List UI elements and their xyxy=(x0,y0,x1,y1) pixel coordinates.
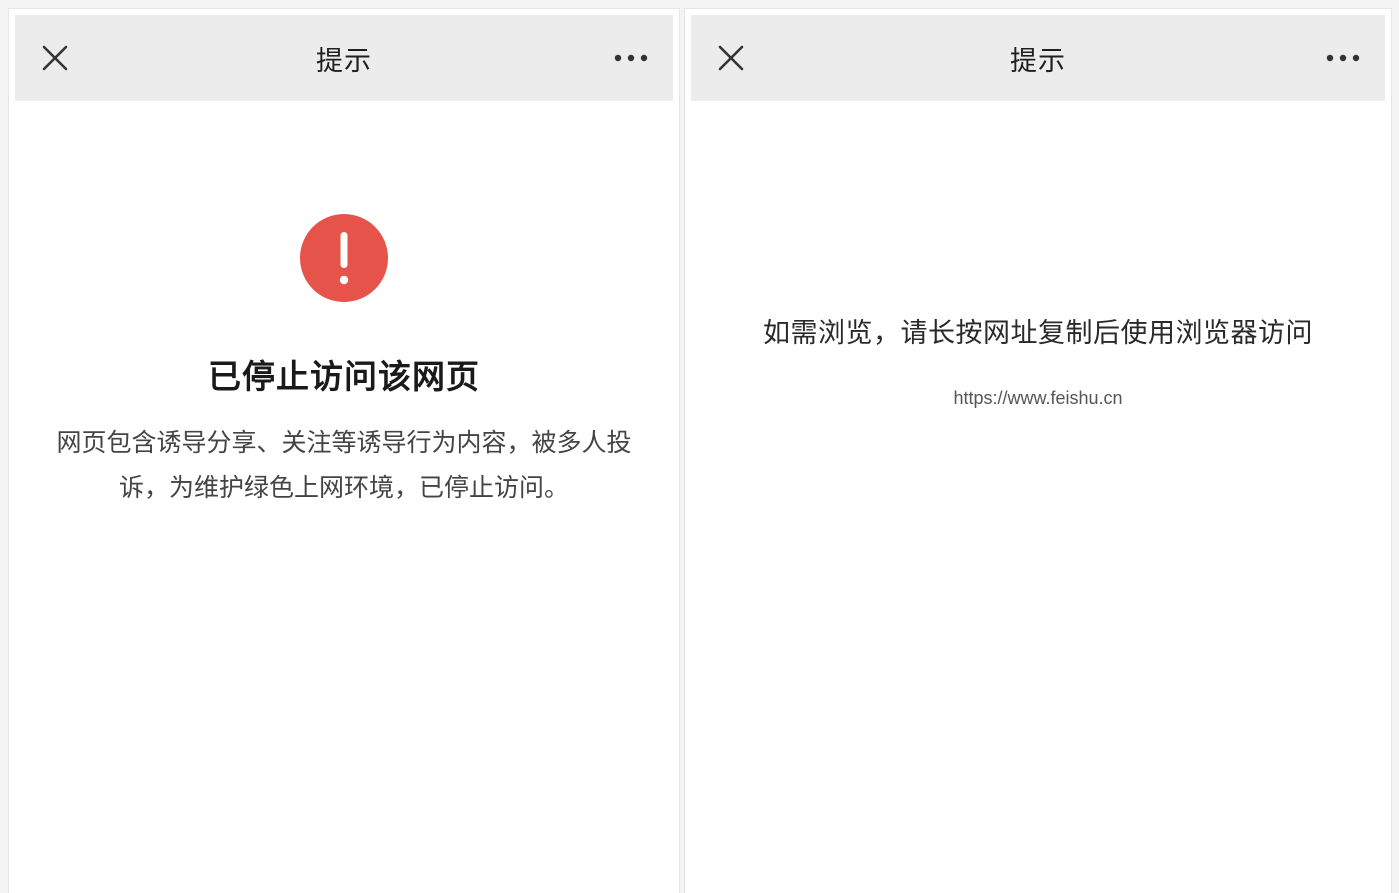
screenshot-stage: 提示 已停止访问该网页 网页包含诱导分享、关注等诱导行为内容，被多人投诉，为维护… xyxy=(0,0,1399,893)
close-button[interactable] xyxy=(713,40,749,76)
page-title: 提示 xyxy=(316,45,372,77)
copy-url-message: 如需浏览，请长按网址复制后使用浏览器访问 https://www.feishu.… xyxy=(685,311,1391,409)
url-link[interactable]: https://www.feishu.cn xyxy=(685,388,1391,409)
more-icon xyxy=(1326,54,1360,62)
browse-hint: 如需浏览，请长按网址复制后使用浏览器访问 xyxy=(763,318,1313,349)
top-navigation-bar: 提示 xyxy=(15,15,673,101)
more-options-button[interactable] xyxy=(1323,43,1363,73)
more-options-button[interactable] xyxy=(611,43,651,73)
close-icon xyxy=(42,45,68,71)
blocked-page-panel: 提示 已停止访问该网页 网页包含诱导分享、关注等诱导行为内容，被多人投诉，为维护… xyxy=(8,8,680,893)
top-navigation-bar: 提示 xyxy=(691,15,1385,101)
page-title: 提示 xyxy=(1010,45,1066,77)
more-icon xyxy=(614,54,648,62)
blocked-description: 网页包含诱导分享、关注等诱导行为内容，被多人投诉，为维护绿色上网环境，已停止访问… xyxy=(56,428,632,502)
copy-url-panel: 提示 如需浏览，请长按网址复制后使用浏览器访问 https://www.feis… xyxy=(684,8,1392,893)
close-button[interactable] xyxy=(37,40,73,76)
close-icon xyxy=(718,45,744,71)
warning-icon xyxy=(300,214,388,302)
blocked-message: 已停止访问该网页 网页包含诱导分享、关注等诱导行为内容，被多人投诉，为维护绿色上… xyxy=(9,214,679,510)
blocked-headline: 已停止访问该网页 xyxy=(208,357,480,396)
